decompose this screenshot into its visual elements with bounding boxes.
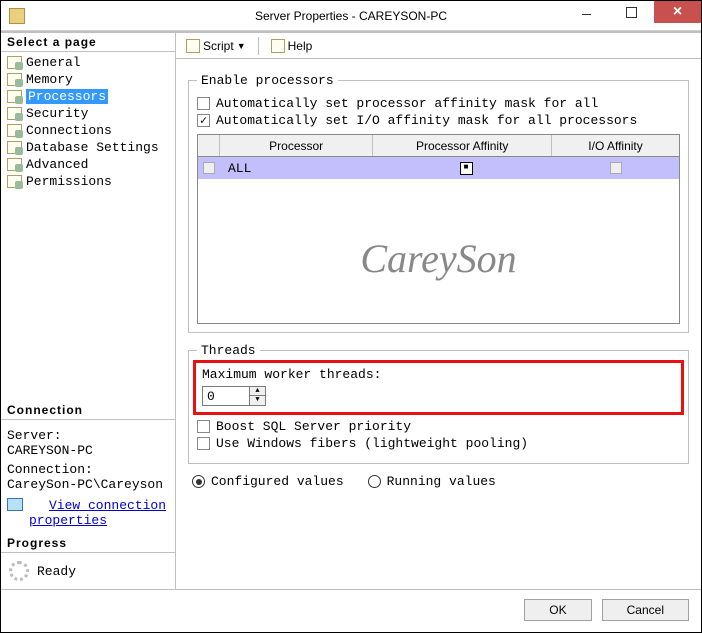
close-button[interactable] — [654, 1, 701, 23]
sidebar-item-general[interactable]: General — [1, 54, 175, 71]
script-icon — [186, 39, 200, 53]
maximize-button[interactable] — [609, 1, 654, 23]
radio-on-icon — [192, 475, 205, 488]
highlight-box: Maximum worker threads: ▲▼ — [193, 360, 684, 415]
progress-header: Progress — [1, 534, 175, 553]
connection-header: Connection — [1, 401, 175, 420]
connection-label: Connection: — [7, 462, 169, 477]
minimize-button[interactable] — [564, 1, 609, 23]
view-connection-link-2[interactable]: properties — [29, 513, 169, 528]
use-fibers-checkbox[interactable]: Use Windows fibers (lightweight pooling) — [197, 436, 680, 451]
threads-legend: Threads — [197, 343, 260, 358]
processors-table: Processor Processor Affinity I/O Affinit… — [197, 134, 680, 324]
sidebar-item-security[interactable]: Security — [1, 105, 175, 122]
page-icon — [7, 90, 22, 103]
max-worker-threads-input[interactable] — [203, 387, 249, 405]
page-icon — [7, 56, 22, 69]
script-button[interactable]: Script▼ — [182, 37, 250, 55]
auto-io-affinity-checkbox[interactable]: Automatically set I/O affinity mask for … — [197, 113, 680, 128]
view-connection-link[interactable]: View connection — [49, 498, 166, 513]
sidebar-item-processors[interactable]: Processors — [1, 88, 175, 105]
connection-icon — [7, 498, 23, 511]
threads-group: Threads Maximum worker threads: ▲▼ Boost… — [188, 343, 689, 464]
sidebar-item-database-settings[interactable]: Database Settings — [1, 139, 175, 156]
server-label: Server: — [7, 428, 169, 443]
progress-spinner-icon — [9, 561, 29, 581]
help-icon — [271, 39, 285, 53]
page-icon — [7, 158, 22, 171]
enable-processors-legend: Enable processors — [197, 73, 338, 88]
running-values-radio[interactable]: Running values — [368, 474, 496, 489]
sidebar-item-permissions[interactable]: Permissions — [1, 173, 175, 190]
help-button[interactable]: Help — [267, 37, 317, 55]
watermark-text: CareySon — [198, 235, 679, 282]
col-io-affinity: I/O Affinity — [552, 135, 679, 156]
chevron-down-icon: ▼ — [237, 41, 246, 51]
page-icon — [7, 175, 22, 188]
progress-state: Ready — [37, 564, 76, 579]
checkbox-checked-icon — [197, 114, 210, 127]
boost-priority-checkbox[interactable]: Boost SQL Server priority — [197, 419, 680, 434]
sidebar-item-connections[interactable]: Connections — [1, 122, 175, 139]
page-icon — [7, 73, 22, 86]
checkbox-icon — [197, 420, 210, 433]
checkbox-icon — [197, 97, 210, 110]
table-row[interactable]: ALL — [198, 157, 679, 179]
enable-processors-group: Enable processors Automatically set proc… — [188, 73, 689, 333]
io-affinity-checkbox[interactable] — [610, 162, 622, 174]
spin-up-icon[interactable]: ▲ — [250, 387, 265, 396]
cancel-button[interactable]: Cancel — [602, 599, 689, 621]
processor-affinity-checkbox[interactable] — [460, 162, 473, 175]
checkbox-icon — [197, 437, 210, 450]
titlebar: Server Properties - CAREYSON-PC — [1, 1, 701, 31]
sidebar: Select a page General Memory Processors … — [1, 33, 176, 589]
ok-button[interactable]: OK — [524, 599, 591, 621]
col-processor: Processor — [220, 135, 373, 156]
main-panel: Script▼ Help Enable processors Automatic… — [176, 33, 701, 589]
configured-values-radio[interactable]: Configured values — [192, 474, 344, 489]
max-worker-threads-spinner[interactable]: ▲▼ — [202, 386, 266, 406]
page-icon — [7, 107, 22, 120]
row-checkbox[interactable] — [203, 162, 215, 174]
connection-value: CareySon-PC\Careyson — [7, 477, 169, 492]
sidebar-item-advanced[interactable]: Advanced — [1, 156, 175, 173]
radio-off-icon — [368, 475, 381, 488]
max-worker-threads-label: Maximum worker threads: — [202, 367, 675, 382]
server-value: CAREYSON-PC — [7, 443, 169, 458]
page-icon — [7, 141, 22, 154]
page-icon — [7, 124, 22, 137]
select-page-header: Select a page — [1, 33, 175, 52]
auto-processor-affinity-checkbox[interactable]: Automatically set processor affinity mas… — [197, 96, 680, 111]
sidebar-item-memory[interactable]: Memory — [1, 71, 175, 88]
row-processor: ALL — [220, 161, 378, 176]
spin-down-icon[interactable]: ▼ — [250, 396, 265, 405]
col-processor-affinity: Processor Affinity — [373, 135, 552, 156]
